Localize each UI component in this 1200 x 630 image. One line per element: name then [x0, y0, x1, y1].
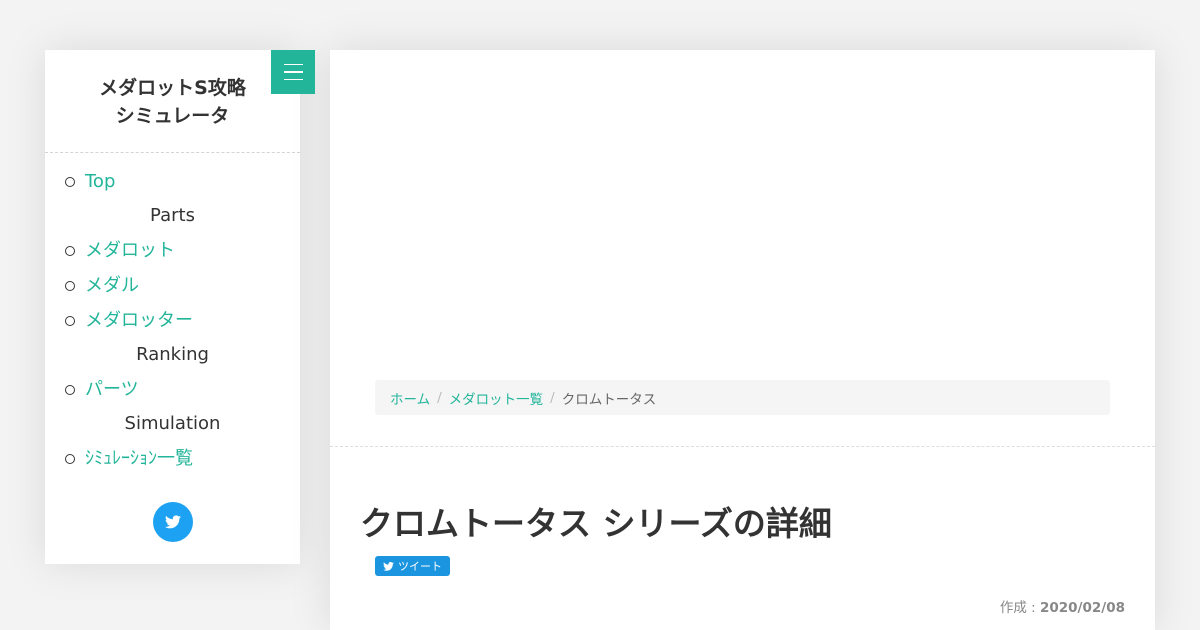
breadcrumb-list-link[interactable]: メダロット一覧	[449, 388, 544, 408]
nav-heading-parts: Parts	[150, 205, 195, 226]
breadcrumb-current: クロムトータス	[561, 391, 657, 408]
created-date: 作成 : 2020/02/08	[1000, 596, 1125, 616]
sidebar-nav: Top Parts メダロット メダル メダロッター Ranking パーツ S…	[45, 164, 300, 476]
twitter-bird-icon	[383, 561, 394, 571]
breadcrumb: ホーム / メダロット一覧 / クロムトータス	[375, 380, 1110, 415]
site-title-line2: シミュレータ	[115, 105, 230, 127]
tweet-button-label: ツイート	[398, 560, 442, 573]
tweet-button[interactable]: ツイート	[375, 556, 450, 576]
twitter-follow-button[interactable]	[153, 502, 193, 542]
nav-item-medarot[interactable]: メダロット	[45, 233, 300, 268]
created-label: 作成 :	[999, 600, 1040, 616]
nav-heading-ranking: Ranking	[136, 344, 209, 365]
nav-heading-simulation: Simulation	[124, 413, 221, 434]
site-title-line1: メダロットS攻略	[99, 77, 246, 99]
twitter-bird-icon	[165, 515, 181, 529]
main-content: ホーム / メダロット一覧 / クロムトータス クロムトータス シリーズの詳細 …	[330, 50, 1155, 630]
nav-item-simulation-list[interactable]: ｼﾐｭﾚｰｼｮﾝ一覧	[45, 441, 300, 476]
nav-item-top[interactable]: Top	[45, 164, 300, 199]
sidebar: メダロットS攻略 シミュレータ Top Parts メダロット メダル メダロッ…	[45, 50, 300, 564]
sidebar-divider	[45, 152, 300, 153]
breadcrumb-separator: /	[437, 389, 442, 406]
hamburger-icon-bar	[283, 71, 303, 73]
breadcrumb-home-link[interactable]: ホーム	[390, 388, 430, 408]
created-date-value: 2020/02/08	[1039, 600, 1125, 616]
hamburger-icon-bar	[283, 63, 303, 66]
nav-item-parts[interactable]: パーツ	[45, 372, 300, 407]
nav-item-medal[interactable]: メダル	[45, 268, 300, 303]
breadcrumb-separator: /	[550, 389, 555, 406]
menu-toggle-button[interactable]	[271, 50, 315, 94]
hamburger-icon-bar	[283, 78, 303, 81]
content-divider	[330, 446, 1155, 447]
site-title[interactable]: メダロットS攻略 シミュレータ	[45, 74, 300, 130]
nav-item-medarotter[interactable]: メダロッター	[45, 303, 300, 338]
page-title: クロムトータス シリーズの詳細	[360, 504, 832, 543]
